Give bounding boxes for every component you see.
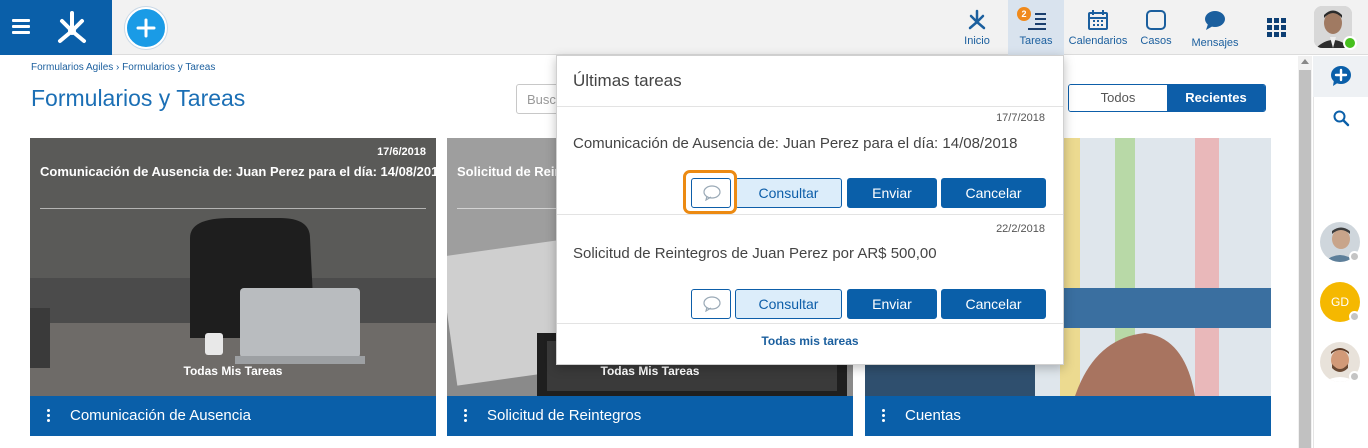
breadcrumb: Formularios Agiles › Formularios y Tarea… [31, 62, 215, 73]
app-logo-icon[interactable] [52, 9, 92, 45]
card-footer-label: Comunicación de Ausencia [70, 407, 251, 424]
task-date: 22/2/2018 [996, 223, 1045, 235]
card-comunicacion-ausencia[interactable]: 17/6/2018 Comunicación de Ausencia de: J… [30, 138, 436, 436]
nav-mensajes-label: Mensajes [1191, 37, 1239, 49]
filter-toggle-group: Todos Recientes [1068, 84, 1266, 112]
hamburger-menu-icon[interactable] [12, 17, 32, 35]
task-consultar-button[interactable]: Consultar [735, 289, 842, 319]
scroll-up-arrow-icon[interactable] [1301, 59, 1309, 64]
card-title: Comunicación de Ausencia de: Juan Perez … [40, 164, 436, 179]
home-logo-icon [968, 9, 986, 30]
nav-calendarios[interactable]: Calendarios [1066, 0, 1130, 55]
card-footer[interactable]: Cuentas [865, 396, 1271, 436]
chat-bubble-icon [1205, 11, 1225, 30]
new-chat-icon[interactable] [1330, 65, 1352, 87]
plus-icon [136, 18, 156, 38]
breadcrumb-item-formularios-y-tareas[interactable]: Formularios y Tareas [122, 62, 215, 73]
card-divider [40, 208, 426, 209]
more-vertical-icon[interactable] [882, 409, 886, 423]
task-enviar-button[interactable]: Enviar [847, 289, 937, 319]
popup-divider [557, 106, 1063, 107]
apps-grid-icon[interactable] [1267, 18, 1286, 37]
card-footer[interactable]: Comunicación de Ausencia [30, 396, 436, 436]
nav-calendarios-label: Calendarios [1068, 35, 1128, 47]
contact-status [1349, 371, 1360, 382]
top-bar: Inicio 2 Tareas Calendarios Casos Mensaj… [0, 0, 1368, 55]
tasks-count-badge: 2 [1017, 7, 1031, 21]
nav-inicio-label: Inicio [964, 35, 990, 47]
card-all-tasks-link[interactable]: Todas Mis Tareas [447, 364, 853, 378]
popup-divider [557, 214, 1063, 215]
task-title[interactable]: Solicitud de Reintegros de Juan Perez po… [573, 245, 937, 262]
task-enviar-button[interactable]: Enviar [847, 178, 937, 208]
latest-tasks-popup: Últimas tareas 17/7/2018 Comunicación de… [556, 55, 1064, 365]
calendar-icon [1088, 10, 1108, 30]
task-cancelar-button[interactable]: Cancelar [941, 289, 1046, 319]
task-cancelar-button[interactable]: Cancelar [941, 178, 1046, 208]
cases-icon [1146, 10, 1166, 30]
card-date: 17/6/2018 [377, 146, 426, 158]
nav-tareas-label: Tareas [1019, 35, 1053, 47]
comment-button-highlight [683, 170, 737, 214]
add-new-button[interactable] [125, 7, 167, 49]
contact-status [1349, 251, 1360, 262]
card-footer-label: Solicitud de Reintegros [487, 407, 642, 424]
card-footer[interactable]: Solicitud de Reintegros [447, 396, 853, 436]
card-all-tasks-link[interactable]: Todas Mis Tareas [30, 364, 436, 378]
comment-icon [703, 296, 721, 312]
task-comment-button[interactable] [691, 289, 731, 319]
breadcrumb-item-formularios-agiles[interactable]: Formularios Agiles [31, 62, 113, 73]
popup-divider [557, 323, 1063, 324]
task-title[interactable]: Comunicación de Ausencia de: Juan Perez … [573, 135, 1017, 152]
filter-todos-button[interactable]: Todos [1069, 85, 1167, 111]
popup-title: Últimas tareas [573, 71, 682, 90]
nav-mensajes[interactable]: Mensajes [1186, 0, 1244, 55]
all-my-tasks-link[interactable]: Todas mis tareas [557, 334, 1063, 348]
more-vertical-icon[interactable] [47, 409, 51, 423]
nav-tareas[interactable]: 2 Tareas [1008, 0, 1064, 55]
nav-casos-label: Casos [1140, 35, 1172, 47]
breadcrumb-separator: › [116, 62, 120, 73]
contact-status [1349, 311, 1360, 322]
page-title: Formularios y Tareas [31, 85, 246, 111]
scrollbar-thumb[interactable] [1299, 70, 1311, 448]
task-consultar-button[interactable]: Consultar [735, 178, 842, 208]
more-vertical-icon[interactable] [464, 409, 468, 423]
nav-inicio[interactable]: Inicio [950, 0, 1004, 55]
search-icon[interactable] [1332, 109, 1350, 127]
card-title: Solicitud de Rein [457, 164, 563, 179]
user-online-status [1343, 36, 1357, 50]
card-footer-label: Cuentas [905, 407, 961, 424]
filter-recientes-button[interactable]: Recientes [1167, 85, 1265, 111]
brand-area [0, 0, 112, 55]
nav-casos[interactable]: Casos [1134, 0, 1178, 55]
task-date: 17/7/2018 [996, 112, 1045, 124]
